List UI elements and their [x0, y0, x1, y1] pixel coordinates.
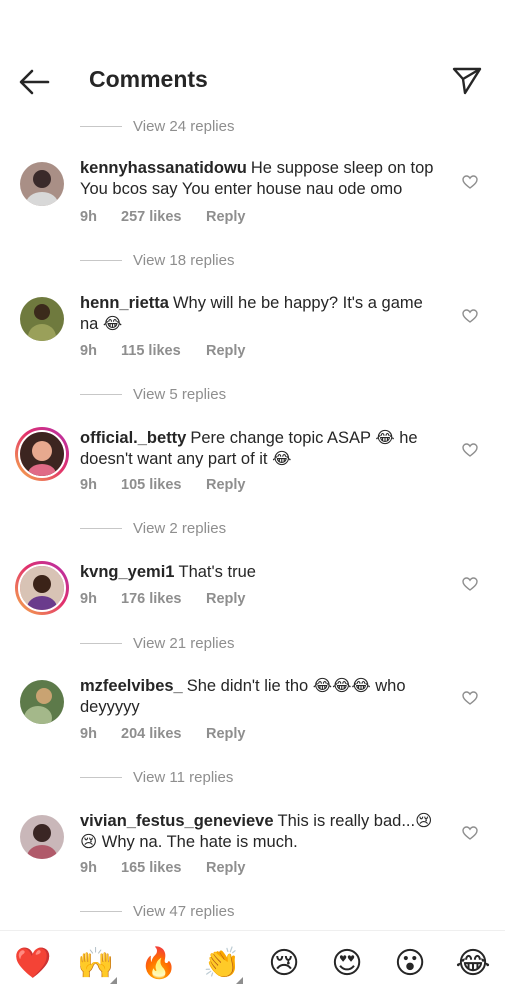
like-heart-icon[interactable]: [462, 443, 478, 457]
view-replies-link[interactable]: View 24 replies: [80, 114, 234, 138]
open-mouth-face-icon: 😮: [394, 946, 426, 981]
comment-likes[interactable]: 105 likes: [121, 477, 206, 493]
comment-time: 9h: [80, 860, 97, 876]
view-replies-link[interactable]: View 11 replies: [80, 765, 233, 789]
replies-divider: [80, 259, 122, 261]
comment-username[interactable]: mzfeelvibes_: [80, 677, 183, 695]
view-replies-link[interactable]: View 18 replies: [80, 248, 234, 272]
comment-text: kennyhassanatidowu He suppose sleep on to…: [80, 158, 442, 200]
comment-likes[interactable]: 257 likes: [121, 209, 206, 225]
back-arrow-icon[interactable]: [18, 66, 52, 98]
replies-divider: [80, 393, 122, 395]
emoji-heart-eyes-button[interactable]: 😍: [329, 946, 365, 982]
like-heart-icon[interactable]: [462, 175, 478, 189]
comment-likes[interactable]: 176 likes: [121, 591, 206, 607]
like-heart-icon[interactable]: [462, 577, 478, 591]
header: Comments: [0, 0, 505, 110]
comment-username[interactable]: official._betty: [80, 429, 186, 447]
comment-username[interactable]: vivian_festus_genevieve: [80, 812, 274, 830]
replies-divider: [80, 910, 122, 912]
comment-text: vivian_festus_genevieve This is really ba…: [80, 811, 442, 853]
view-replies-link[interactable]: View 21 replies: [80, 631, 234, 655]
avatar-story-ring[interactable]: [15, 427, 69, 481]
clapping-hands-icon: 👏: [203, 946, 241, 981]
reply-button[interactable]: Reply: [206, 591, 246, 607]
view-replies-label: View 2 replies: [133, 519, 227, 537]
comment-username[interactable]: kennyhassanatidowu: [80, 159, 247, 177]
like-heart-icon[interactable]: [462, 826, 478, 840]
avatar-story-ring[interactable]: [15, 561, 69, 615]
emoji-tears-of-joy-button[interactable]: 😂: [455, 946, 491, 982]
raising-hands-icon: 🙌: [77, 946, 115, 981]
emoji-crying-face-button[interactable]: 😢: [266, 946, 302, 982]
fire-icon: 🔥: [140, 946, 178, 981]
comment-time: 9h: [80, 343, 97, 359]
comment-text: kvng_yemi1 That's true: [80, 562, 442, 583]
comment-likes[interactable]: 204 likes: [121, 726, 206, 742]
emoji-raising-hands-button[interactable]: 🙌: [77, 946, 117, 984]
comment-meta: 9h 165 likes Reply: [80, 860, 246, 876]
like-heart-icon[interactable]: [462, 309, 478, 323]
view-replies-label: View 18 replies: [133, 251, 235, 269]
replies-divider: [80, 125, 122, 127]
heart-eyes-icon: 😍: [331, 946, 363, 981]
emoji-reaction-bar: ❤️ 🙌 🔥 👏 😢 😍 😮 😂: [0, 930, 505, 1000]
like-heart-icon[interactable]: [462, 691, 478, 705]
comment-meta: 9h 115 likes Reply: [80, 343, 246, 359]
reply-button[interactable]: Reply: [206, 726, 246, 742]
reply-button[interactable]: Reply: [206, 477, 246, 493]
comment-username[interactable]: kvng_yemi1: [80, 563, 174, 581]
view-replies-label: View 11 replies: [133, 768, 234, 786]
replies-divider: [80, 776, 122, 778]
view-replies-link[interactable]: View 5 replies: [80, 382, 226, 406]
emoji-clapping-hands-button[interactable]: 👏: [203, 946, 243, 984]
comment-text: official._betty Pere change topic ASAP 😂 …: [80, 428, 442, 470]
tears-of-joy-icon: 😂: [455, 946, 491, 981]
comment-text: mzfeelvibes_ She didn't lie tho 😂😂😂 who d…: [80, 676, 442, 718]
avatar[interactable]: [20, 815, 64, 859]
emoji-fire-button[interactable]: 🔥: [140, 946, 178, 982]
view-replies-label: View 24 replies: [133, 117, 235, 135]
comment-meta: 9h 105 likes Reply: [80, 477, 246, 493]
avatar[interactable]: [20, 162, 64, 206]
skin-tone-caret-icon: [110, 977, 117, 984]
view-replies-label: View 5 replies: [133, 385, 227, 403]
crying-face-icon: 😢: [268, 946, 300, 981]
comment-likes[interactable]: 165 likes: [121, 860, 206, 876]
comment-meta: 9h 204 likes Reply: [80, 726, 246, 742]
view-replies-label: View 21 replies: [133, 634, 235, 652]
avatar[interactable]: [20, 297, 64, 341]
comment-text: henn_rietta Why will he be happy? It's a …: [80, 293, 442, 335]
comment-time: 9h: [80, 209, 97, 225]
comment-meta: 9h 257 likes Reply: [80, 209, 246, 225]
reply-button[interactable]: Reply: [206, 343, 246, 359]
reply-button[interactable]: Reply: [206, 860, 246, 876]
view-replies-link[interactable]: View 47 replies: [80, 899, 234, 923]
comment-meta: 9h 176 likes Reply: [80, 591, 246, 607]
page-title: Comments: [89, 66, 208, 92]
emoji-open-mouth-button[interactable]: 😮: [392, 946, 428, 982]
comment-likes[interactable]: 115 likes: [121, 343, 206, 359]
replies-divider: [80, 642, 122, 644]
comment-time: 9h: [80, 477, 97, 493]
view-replies-link[interactable]: View 2 replies: [80, 516, 226, 540]
comment-username[interactable]: henn_rietta: [80, 294, 169, 312]
skin-tone-caret-icon: [236, 977, 243, 984]
avatar[interactable]: [20, 680, 64, 724]
comment-time: 9h: [80, 726, 97, 742]
comment-time: 9h: [80, 591, 97, 607]
view-replies-label: View 47 replies: [133, 902, 235, 920]
comment-content: That's true: [178, 563, 256, 581]
replies-divider: [80, 527, 122, 529]
reply-button[interactable]: Reply: [206, 209, 246, 225]
emoji-red-heart-button[interactable]: ❤️: [14, 946, 52, 982]
red-heart-icon: ❤️: [14, 946, 52, 981]
direct-send-icon[interactable]: [450, 64, 484, 96]
